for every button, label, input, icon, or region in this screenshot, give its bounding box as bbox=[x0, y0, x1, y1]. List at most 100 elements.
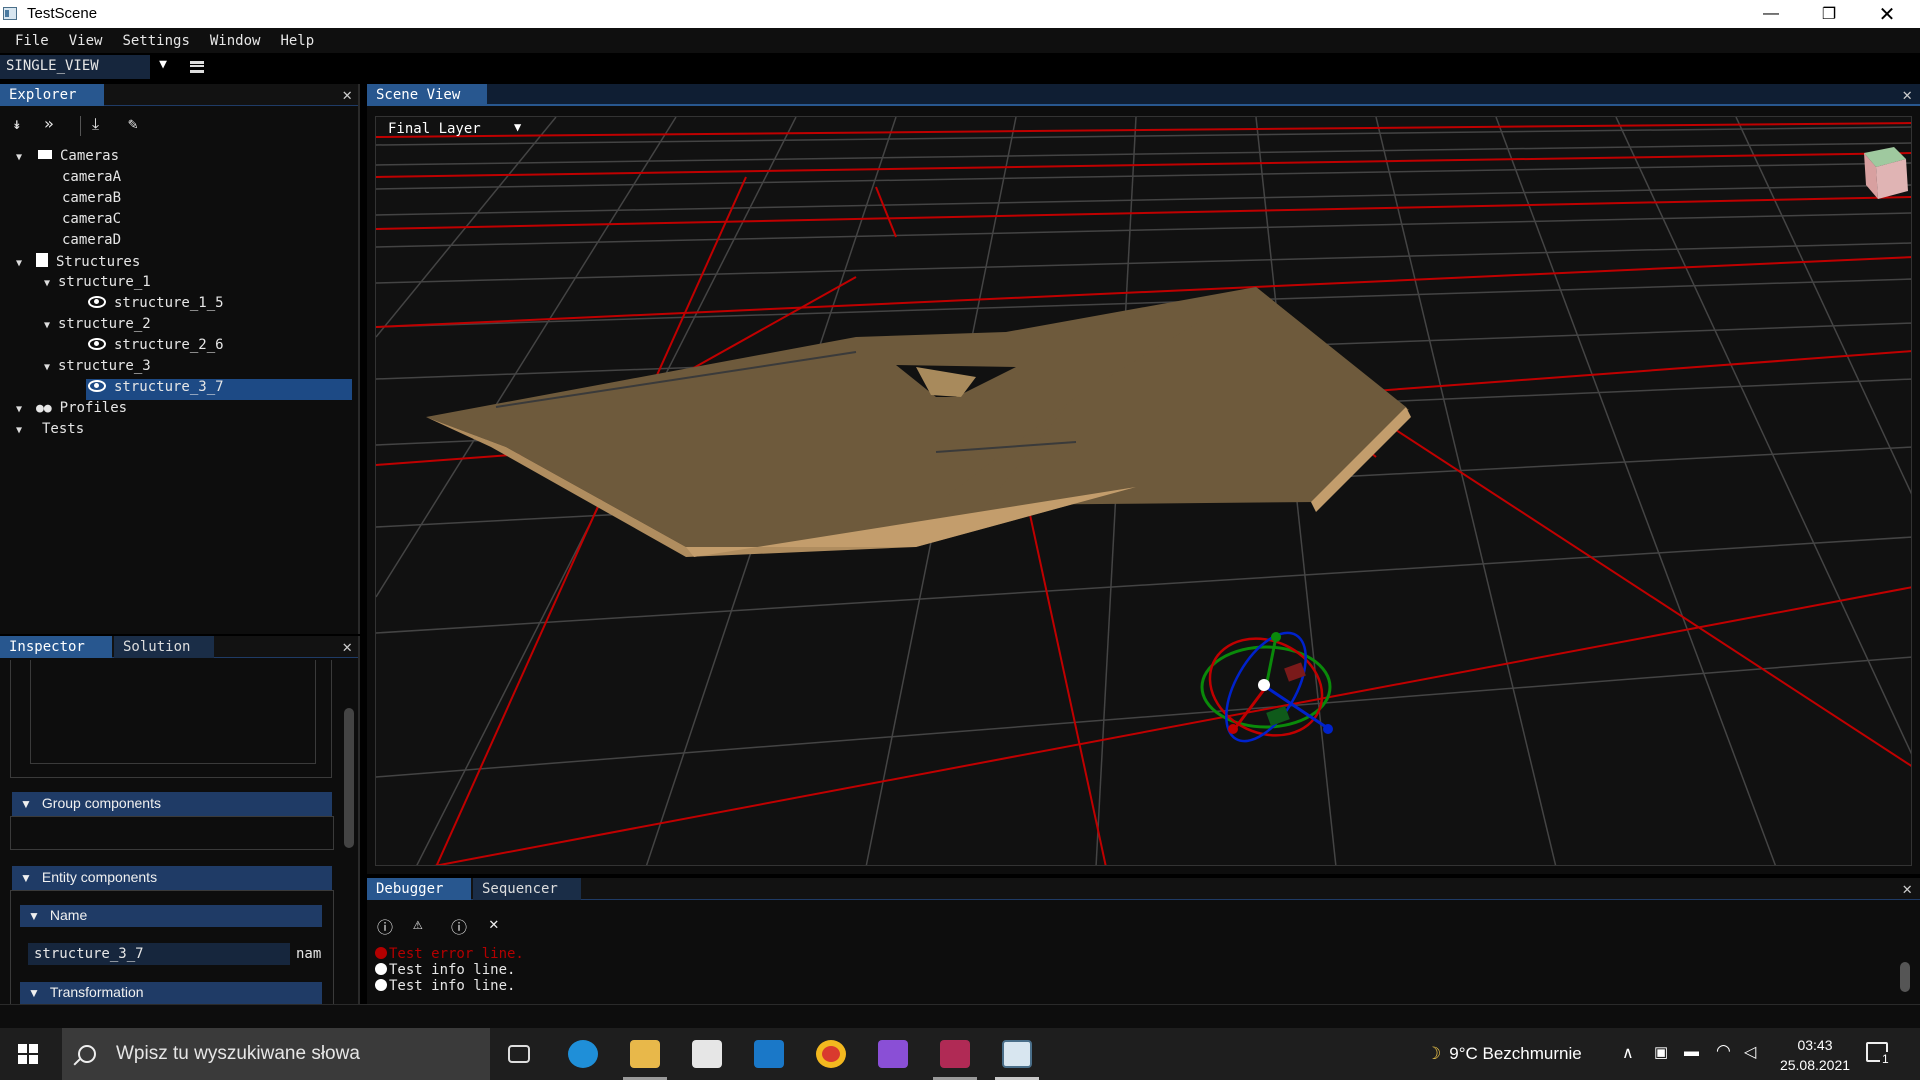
menu-file[interactable]: File bbox=[15, 33, 49, 49]
moon-icon: ☽ bbox=[1426, 1044, 1442, 1063]
tree-node-structure-3[interactable]: ▼ structure_3 bbox=[44, 358, 151, 379]
layer-select[interactable]: Final Layer bbox=[384, 121, 504, 141]
minimize-button[interactable]: — bbox=[1742, 0, 1800, 28]
tree-node-cameras[interactable]: ▼ Cameras bbox=[16, 148, 119, 169]
tree-item-camera[interactable]: cameraC bbox=[62, 211, 121, 232]
tab-debugger[interactable]: Debugger bbox=[367, 878, 471, 900]
expand-all-icon[interactable]: » bbox=[44, 114, 54, 133]
download-icon[interactable]: ⤓ bbox=[92, 114, 99, 134]
close-icon[interactable]: ✕ bbox=[1902, 85, 1912, 104]
explorer-tabbar: Explorer ✕ bbox=[0, 84, 358, 106]
task-view-icon[interactable] bbox=[508, 1045, 530, 1063]
error-filter-icon[interactable]: ⓘ bbox=[451, 914, 467, 938]
tab-explorer[interactable]: Explorer bbox=[0, 84, 104, 106]
menu-view[interactable]: View bbox=[69, 33, 103, 49]
chevron-up-icon[interactable]: ∧ bbox=[1622, 1043, 1634, 1063]
tree-node-structure-1[interactable]: ▼ structure_1 bbox=[44, 274, 151, 295]
view-cube[interactable] bbox=[1864, 147, 1908, 199]
app-icon bbox=[3, 7, 17, 20]
log-line-error: Test error line. bbox=[375, 946, 524, 962]
meet-icon[interactable]: ▣ bbox=[1654, 1043, 1668, 1061]
tree-item-structure-selected[interactable]: structure_3_7 bbox=[86, 379, 352, 400]
entity-components-header[interactable]: ▼ Entity components bbox=[12, 866, 332, 890]
tree-node-profiles[interactable]: ▼ ●● Profiles bbox=[16, 400, 127, 421]
debugger-tabbar: Debugger Sequencer ✕ bbox=[367, 878, 1920, 900]
error-icon bbox=[375, 947, 387, 959]
tab-solution[interactable]: Solution bbox=[114, 636, 214, 658]
eye-icon[interactable] bbox=[88, 296, 106, 308]
tab-sequencer[interactable]: Sequencer bbox=[473, 878, 581, 900]
search-icon bbox=[78, 1045, 96, 1063]
scene-view-panel: Scene View ✕ Final Layer ▼ bbox=[367, 84, 1920, 874]
restore-button[interactable]: ❐ bbox=[1800, 0, 1858, 28]
menu-window[interactable]: Window bbox=[210, 33, 261, 49]
testscene-app-icon[interactable] bbox=[1002, 1040, 1032, 1068]
taskbar-search[interactable]: Wpisz tu wyszukiwane słowa bbox=[62, 1028, 490, 1080]
users-icon: ●● bbox=[36, 401, 52, 416]
visual-studio-icon[interactable] bbox=[878, 1040, 908, 1068]
close-icon[interactable]: ✕ bbox=[1902, 879, 1912, 898]
start-button[interactable] bbox=[18, 1044, 38, 1064]
close-icon[interactable]: ✕ bbox=[342, 85, 352, 104]
layout-menu-icon[interactable] bbox=[190, 61, 204, 73]
info-filter-icon[interactable]: ⓘ bbox=[377, 914, 393, 938]
edge-icon[interactable] bbox=[568, 1040, 598, 1068]
view-mode-select[interactable]: SINGLE_VIEW bbox=[0, 55, 150, 79]
close-window-button[interactable]: ✕ bbox=[1858, 0, 1916, 28]
clock-date: 25.08.2021 bbox=[1779, 1057, 1851, 1073]
windows-taskbar: Wpisz tu wyszukiwane słowa ☽ 9°C Bezchmur… bbox=[0, 1028, 1920, 1080]
chevron-down-icon[interactable]: ▼ bbox=[152, 57, 174, 77]
tab-inspector[interactable]: Inspector bbox=[0, 636, 112, 658]
debugger-log: Test error line. Test info line. Test in… bbox=[375, 946, 524, 994]
tree-item-structure[interactable]: structure_2_6 bbox=[88, 337, 224, 358]
wifi-icon[interactable]: ◠ bbox=[1716, 1041, 1731, 1061]
inspector-tabbar: Inspector Solution ✕ bbox=[0, 636, 358, 658]
file-explorer-icon[interactable] bbox=[630, 1040, 660, 1068]
tree-item-camera[interactable]: cameraD bbox=[62, 232, 121, 253]
tree-item-camera[interactable]: cameraB bbox=[62, 190, 121, 211]
taskbar-clock[interactable]: 03:43 25.08.2021 bbox=[1770, 1035, 1860, 1075]
menu-settings[interactable]: Settings bbox=[122, 33, 189, 49]
close-icon[interactable]: ✕ bbox=[342, 637, 352, 656]
scene-viewport[interactable]: Final Layer ▼ bbox=[375, 116, 1912, 866]
clear-icon[interactable]: ✕ bbox=[489, 914, 499, 933]
edit-icon[interactable]: ✎ bbox=[128, 114, 138, 133]
explorer-toolbar: ↡ » ⤓ ✎ bbox=[0, 114, 360, 138]
warning-filter-icon[interactable]: ⚠ bbox=[413, 914, 423, 933]
battery-icon[interactable]: ▬ bbox=[1684, 1043, 1699, 1060]
eye-icon[interactable] bbox=[88, 338, 106, 350]
inspector-scrollbar[interactable] bbox=[344, 708, 354, 848]
camera-icon bbox=[38, 150, 52, 159]
tree-item-structure[interactable]: structure_1_5 bbox=[88, 295, 224, 316]
info-icon bbox=[375, 963, 387, 975]
transformation-section-header[interactable]: ▼ Transformation bbox=[20, 982, 322, 1004]
collapse-all-icon[interactable]: ↡ bbox=[12, 114, 22, 133]
scene-render bbox=[376, 117, 1911, 865]
debugger-scrollbar[interactable] bbox=[1900, 962, 1910, 992]
tree-node-structure-2[interactable]: ▼ structure_2 bbox=[44, 316, 151, 337]
log-line-info: Test info line. bbox=[375, 962, 524, 978]
group-components-header[interactable]: ▼ Group components bbox=[12, 792, 332, 816]
eye-icon[interactable] bbox=[88, 380, 106, 392]
tree-node-tests[interactable]: ▼ Tests bbox=[16, 421, 84, 442]
group-components-body bbox=[10, 816, 334, 850]
winrar-icon[interactable] bbox=[940, 1040, 970, 1068]
notification-count: 1 bbox=[1880, 1052, 1891, 1066]
tree-node-structures[interactable]: ▼ Structures bbox=[16, 253, 140, 274]
chrome-icon[interactable] bbox=[816, 1040, 846, 1068]
tree-item-camera[interactable]: cameraA bbox=[62, 169, 121, 190]
name-field[interactable]: structure_3_7 bbox=[28, 943, 290, 965]
window-titlebar: TestScene — ❐ ✕ bbox=[0, 0, 1920, 28]
name-field-label: nam bbox=[296, 946, 322, 962]
volume-icon[interactable]: ◁ bbox=[1744, 1042, 1756, 1062]
store-icon[interactable] bbox=[692, 1040, 722, 1068]
tab-scene-view[interactable]: Scene View bbox=[367, 84, 487, 106]
view-mode-bar: SINGLE_VIEW ▼ bbox=[0, 53, 1920, 81]
menu-help[interactable]: Help bbox=[280, 33, 314, 49]
weather-widget[interactable]: ☽ 9°C Bezchmurnie bbox=[1426, 1044, 1582, 1064]
name-section-header[interactable]: ▼ Name bbox=[20, 905, 322, 927]
mail-icon[interactable] bbox=[754, 1040, 784, 1068]
chevron-down-icon[interactable]: ▼ bbox=[514, 120, 521, 134]
menu-bar: File View Settings Window Help bbox=[0, 28, 1920, 53]
notification-icon[interactable]: 1 bbox=[1866, 1042, 1891, 1066]
